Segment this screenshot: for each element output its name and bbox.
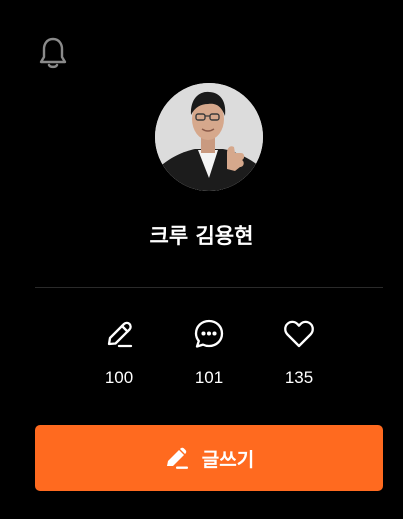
notification-bell-icon[interactable]: [37, 36, 69, 70]
profile-name: 크루 김용현: [149, 224, 254, 248]
stat-posts-count: 100: [104, 368, 134, 387]
profile-avatar[interactable]: [155, 83, 263, 191]
chat-bubble-icon: [194, 319, 224, 348]
stat-comments[interactable]: 101: [174, 317, 244, 389]
pencil-icon: [107, 321, 133, 348]
section-divider: [35, 287, 383, 288]
write-post-label: 글쓰기: [201, 448, 255, 471]
heart-icon: [284, 320, 314, 348]
write-post-button[interactable]: 글쓰기: [35, 425, 383, 491]
stat-likes-count: 135: [284, 368, 314, 387]
stat-comments-count: 101: [194, 368, 224, 387]
stat-likes[interactable]: 135: [264, 317, 334, 389]
stat-posts[interactable]: 100: [84, 317, 154, 389]
pencil-icon: [166, 447, 188, 469]
